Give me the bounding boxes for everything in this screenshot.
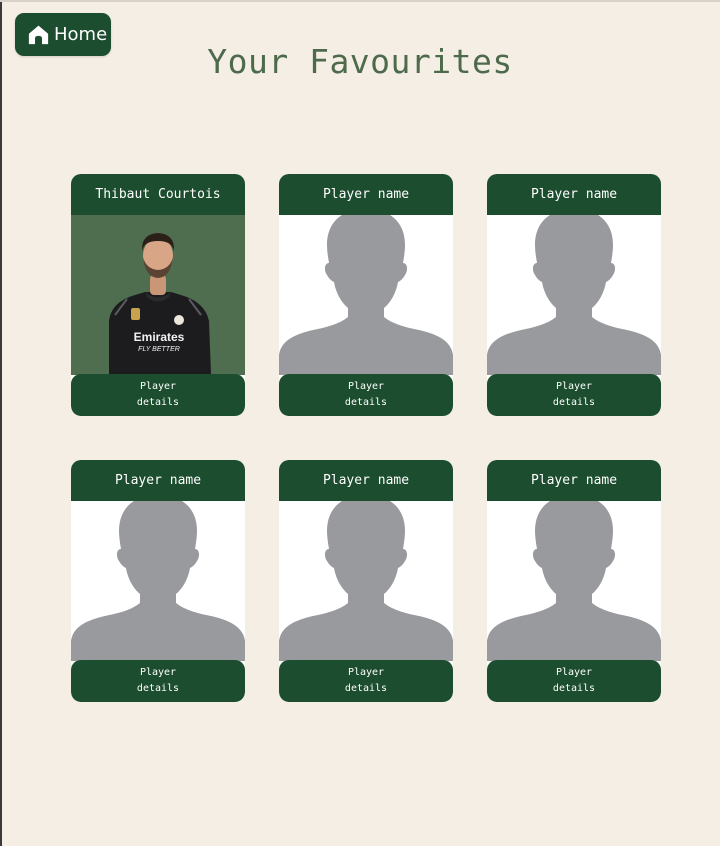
- player-details-label-line2: details: [344, 397, 388, 408]
- player-card: Player name Player details: [279, 460, 453, 702]
- player-details-label-line2: details: [344, 683, 388, 694]
- player-card: Player name Player details: [279, 174, 453, 416]
- player-details-button[interactable]: Player details: [487, 660, 661, 702]
- shirt-sponsor-tagline: FLY BETTER: [138, 346, 180, 353]
- player-card: Player name Player details: [487, 174, 661, 416]
- player-details-label-line1: Player: [139, 381, 177, 392]
- placeholder-silhouette-icon: [279, 215, 453, 375]
- player-details-label-line1: Player: [555, 381, 593, 392]
- player-card: Thibaut Courtois Emirates FLY BETTER Pla…: [71, 174, 245, 416]
- player-details-button[interactable]: Player details: [279, 660, 453, 702]
- player-card: Player name Player details: [487, 460, 661, 702]
- player-details-label-line2: details: [136, 397, 180, 408]
- placeholder-silhouette-icon: [487, 501, 661, 661]
- placeholder-silhouette-icon: [71, 501, 245, 661]
- player-details-button[interactable]: Player details: [487, 374, 661, 416]
- player-details-label-line2: details: [552, 397, 596, 408]
- player-details-button[interactable]: Player details: [71, 660, 245, 702]
- page-title: Your Favourites: [207, 42, 513, 81]
- shirt-sponsor-text: Emirates: [134, 330, 185, 344]
- player-details-label-line1: Player: [347, 667, 385, 678]
- player-name: Player name: [487, 174, 661, 215]
- player-details-button[interactable]: Player details: [279, 374, 453, 416]
- player-name: Player name: [279, 460, 453, 501]
- player-name: Thibaut Courtois: [71, 174, 245, 215]
- player-details-button[interactable]: Player details: [71, 374, 245, 416]
- window-top-edge: [0, 0, 720, 2]
- window-edge: [0, 0, 2, 846]
- player-details-label-line2: details: [552, 683, 596, 694]
- placeholder-silhouette-icon: [487, 215, 661, 375]
- player-details-label-line2: details: [136, 683, 180, 694]
- player-details-label-line1: Player: [555, 667, 593, 678]
- player-details-label-line1: Player: [347, 381, 385, 392]
- home-button-label: Home: [54, 23, 108, 45]
- player-name: Player name: [279, 174, 453, 215]
- player-card: Player name Player details: [71, 460, 245, 702]
- player-name: Player name: [487, 460, 661, 501]
- player-details-label-line1: Player: [139, 667, 177, 678]
- placeholder-silhouette-icon: [279, 501, 453, 661]
- player-name: Player name: [71, 460, 245, 501]
- player-photo: Emirates FLY BETTER: [71, 215, 245, 375]
